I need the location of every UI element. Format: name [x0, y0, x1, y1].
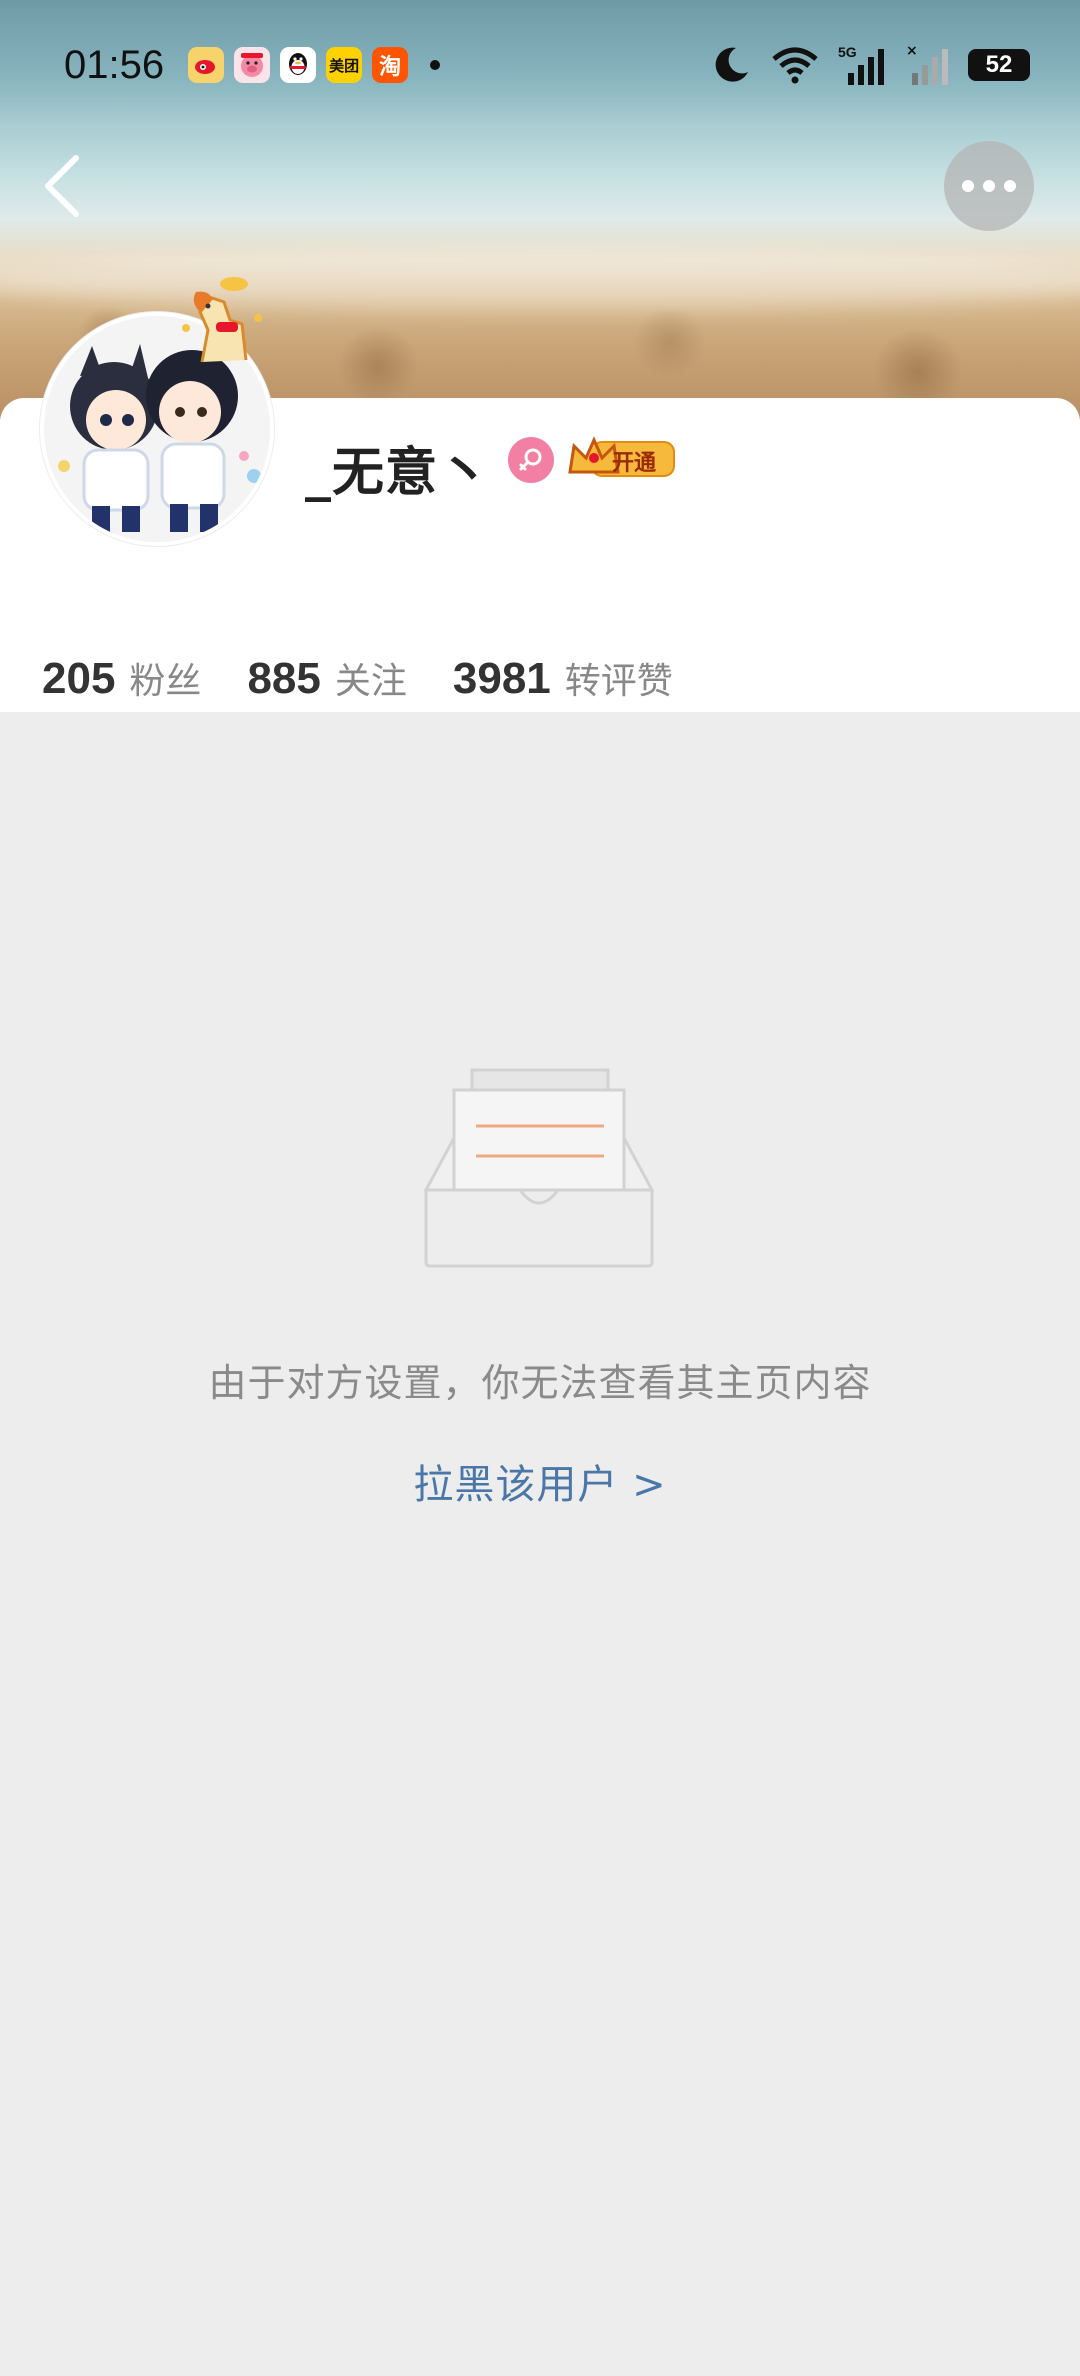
- avatar-pendant-horse-icon: [182, 277, 262, 363]
- following-label: 关注: [334, 661, 407, 702]
- stat-interactions[interactable]: 3981 转评赞: [453, 652, 673, 704]
- system-icons: 5G × 52: [710, 43, 1030, 87]
- svg-text:×: ×: [906, 43, 918, 59]
- svg-text:5G: 5G: [838, 44, 857, 60]
- profile-stats: 205 粉丝 885 关注 3981 转评赞: [42, 652, 719, 704]
- taobao-icon: 淘: [372, 47, 409, 83]
- empty-inbox-icon: [424, 1068, 654, 1268]
- meituan-icon: 美团: [326, 47, 363, 83]
- qq-icon: [280, 47, 317, 83]
- stat-following[interactable]: 885 关注: [247, 652, 406, 704]
- chevron-left-icon: [45, 155, 79, 217]
- following-count: 885: [247, 654, 321, 703]
- pig-app-icon: [234, 47, 271, 83]
- signal-5g-icon: 5G: [838, 44, 884, 85]
- signal-2-icon: ×: [906, 43, 948, 85]
- weibo-icon: [188, 47, 225, 83]
- do-not-disturb-icon: [715, 47, 748, 82]
- back-button[interactable]: [34, 150, 90, 222]
- notification-icons: 美团 淘: [188, 47, 409, 83]
- restricted-message: 由于对方设置，你无法查看其主页内容: [208, 1361, 872, 1405]
- interactions-count: 3981: [452, 654, 551, 703]
- stat-followers[interactable]: 205 粉丝: [42, 652, 201, 704]
- status-time: 01:56: [64, 42, 165, 87]
- more-dots-icon: [962, 180, 1016, 192]
- female-gender-icon: [508, 437, 554, 483]
- block-user-link[interactable]: 拉黑该用户 >: [0, 1452, 1080, 1510]
- username: _无意丶: [305, 443, 492, 503]
- followers-label: 粉丝: [129, 661, 202, 702]
- meituan-text: 美团: [329, 56, 360, 75]
- taobao-text: 淘: [379, 55, 402, 80]
- interactions-label: 转评赞: [564, 661, 673, 702]
- battery-icon: 52: [968, 49, 1030, 81]
- more-button[interactable]: [944, 141, 1034, 231]
- more-notifications-dot: [430, 60, 441, 70]
- wifi-icon: [772, 47, 818, 84]
- status-bar: 01:56 美团 淘 5G × 52: [0, 0, 1080, 130]
- vip-open-label[interactable]: 开通: [612, 445, 656, 477]
- followers-count: 205: [42, 654, 116, 703]
